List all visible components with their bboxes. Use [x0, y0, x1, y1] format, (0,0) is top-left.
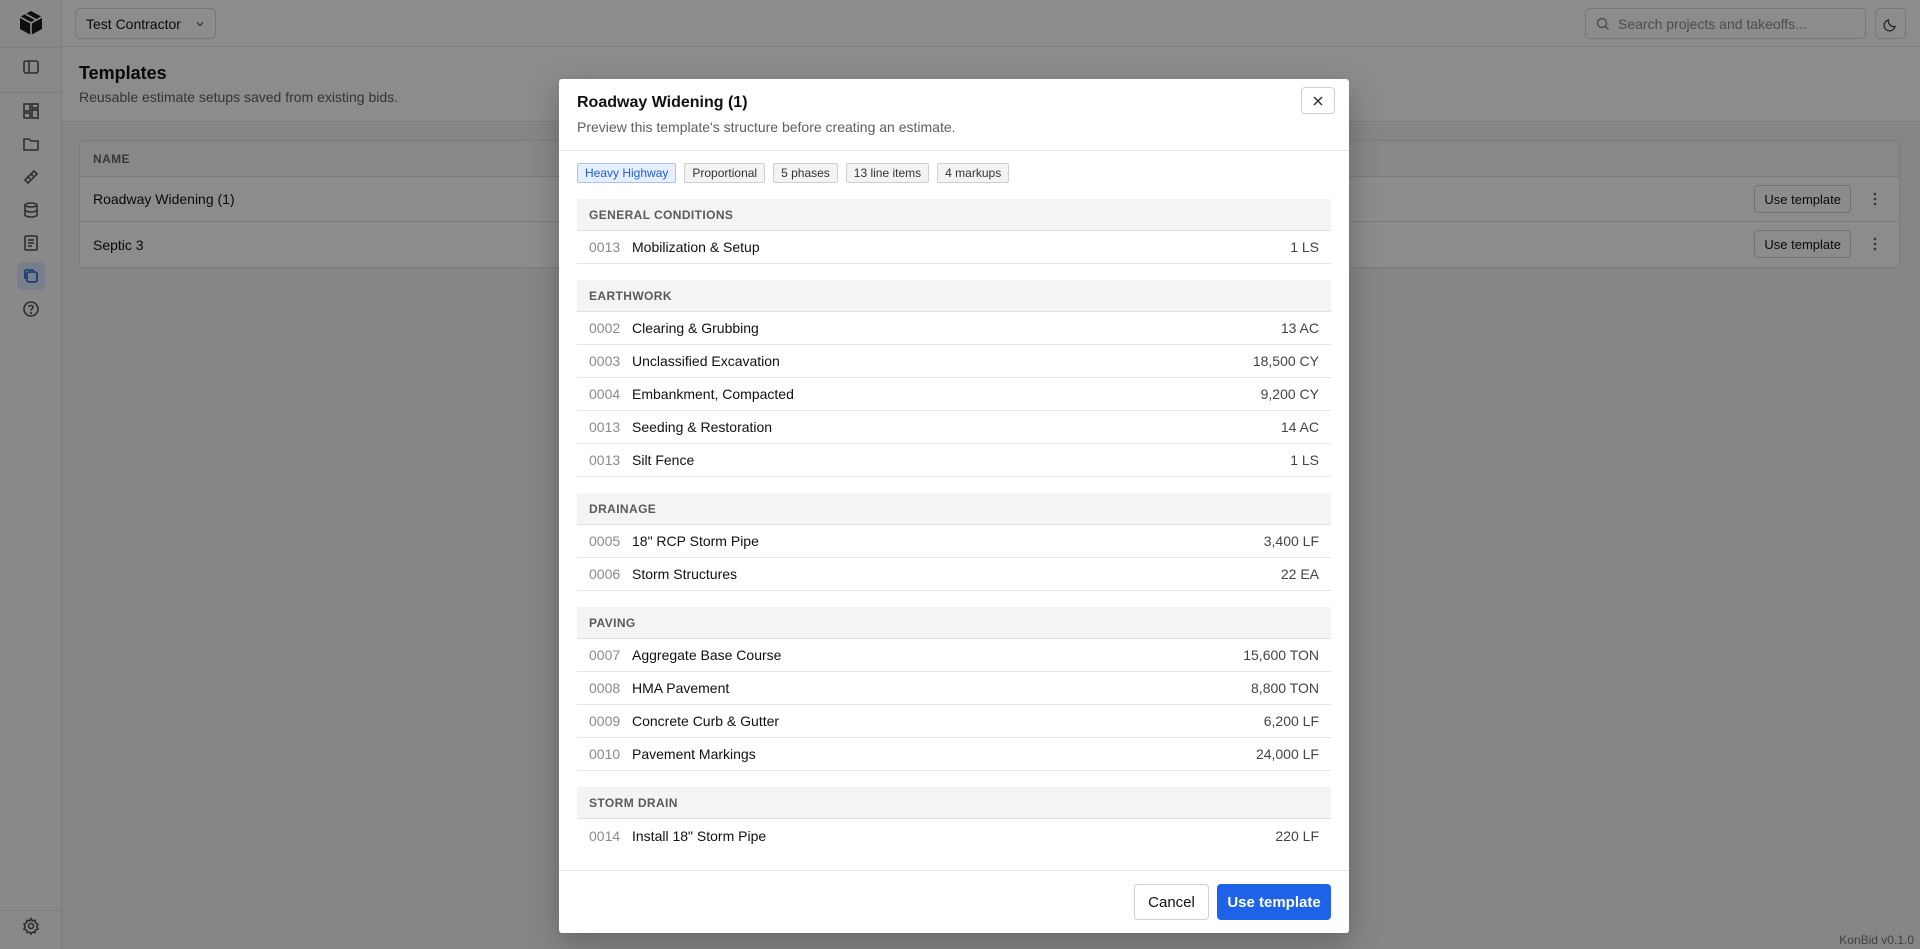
line-item-quantity: 3,400 LF: [1263, 533, 1319, 549]
template-structure: GENERAL CONDITIONS 0013 Mobilization & Set…: [577, 199, 1331, 852]
line-item-code: 0006: [589, 566, 621, 582]
line-item-description: Clearing & Grubbing: [632, 320, 759, 336]
tag-badge: 13 line items: [845, 163, 930, 183]
line-item-quantity: 220 LF: [1275, 827, 1319, 844]
line-item-code: 0010: [589, 746, 621, 762]
line-item-row: 0002 Clearing & Grubbing 13 AC: [577, 312, 1331, 345]
line-item-description: Install 18" Storm Pipe: [632, 827, 767, 844]
tag-badge: 4 markups: [937, 163, 1010, 183]
line-item-code: 0013: [589, 452, 621, 468]
line-item-quantity: 24,000 LF: [1255, 746, 1319, 762]
template-tags: Heavy Highway Proportional 5 phases 13 line…: [577, 163, 1010, 183]
line-item-description: Silt Fence: [632, 452, 695, 468]
line-item-description: Unclassified Excavation: [632, 353, 780, 369]
phase-header: GENERAL CONDITIONS: [577, 199, 1331, 231]
line-item-row: 0007 Aggregate Base Course 15,600 TON: [577, 639, 1331, 672]
line-item-row: 0006 Storm Structures 22 EA: [577, 558, 1331, 591]
phase-spacer: [577, 771, 1331, 787]
dialog-footer: Cancel Use template: [559, 870, 1349, 933]
line-item-description: Concrete Curb & Gutter: [632, 713, 780, 729]
tag-badge: Proportional: [684, 163, 766, 183]
line-item-description: Pavement Markings: [632, 746, 756, 762]
line-item-code: 0004: [589, 386, 621, 402]
line-item-row: 0004 Embankment, Compacted 9,200 CY: [577, 378, 1331, 411]
line-item-code: 0013: [589, 419, 621, 435]
line-item-row: 0013 Silt Fence 1 LS: [577, 444, 1331, 477]
line-item-quantity: 15,600 TON: [1243, 647, 1319, 663]
dialog-description: Preview this template's structure before…: [577, 119, 956, 135]
line-item-quantity: 9,200 CY: [1260, 386, 1319, 402]
line-item-description: Storm Structures: [632, 566, 738, 582]
line-item-row: 0008 HMA Pavement 8,800 TON: [577, 672, 1331, 705]
line-item-row: 0010 Pavement Markings 24,000 LF: [577, 738, 1331, 771]
tag-badge: 5 phases: [773, 163, 838, 183]
line-item-quantity: 13 AC: [1280, 320, 1319, 336]
line-item-quantity: 18,500 CY: [1252, 353, 1319, 369]
dialog-title: Roadway Widening (1): [577, 94, 748, 111]
line-item-row: 0005 18" RCP Storm Pipe 3,400 LF: [577, 525, 1331, 558]
line-item-description: Mobilization & Setup: [632, 239, 760, 255]
line-item-description: 18" RCP Storm Pipe: [632, 533, 759, 549]
line-item-code: 0013: [589, 239, 621, 255]
line-item-code: 0005: [589, 533, 621, 549]
phase-header: STORM DRAIN: [577, 787, 1331, 819]
line-item-row: 0013 Seeding & Restoration 14 AC: [577, 411, 1331, 444]
phase-header: DRAINAGE: [577, 493, 1331, 525]
line-item-code: 0007: [589, 647, 621, 663]
line-item-description: Seeding & Restoration: [632, 419, 773, 435]
line-item-row: 0013 Mobilization & Setup 1 LS: [577, 231, 1331, 264]
template-preview-dialog: Roadway Widening (1) Preview this templa…: [559, 79, 1349, 933]
phase-spacer: [577, 264, 1331, 280]
phase-spacer: [577, 591, 1331, 607]
line-item-description: Embankment, Compacted: [632, 386, 794, 402]
line-item-code: 0002: [589, 320, 621, 336]
line-item-row: 0014 Install 18" Storm Pipe 220 LF: [577, 819, 1331, 852]
line-item-quantity: 8,800 TON: [1251, 680, 1319, 696]
line-item-code: 0014: [589, 827, 621, 844]
line-item-quantity: 6,200 LF: [1263, 713, 1319, 729]
phase-header: EARTHWORK: [577, 280, 1331, 312]
phase-header: PAVING: [577, 607, 1331, 639]
dialog-header: Roadway Widening (1) Preview this templa…: [559, 79, 1349, 151]
line-item-code: 0003: [589, 353, 621, 369]
close-icon[interactable]: [1301, 87, 1335, 114]
cancel-button[interactable]: Cancel: [1134, 884, 1209, 920]
line-item-quantity: 1 LS: [1290, 239, 1319, 255]
line-item-description: HMA Pavement: [632, 680, 730, 696]
line-item-description: Aggregate Base Course: [632, 647, 782, 663]
phase-spacer: [577, 477, 1331, 493]
line-item-quantity: 14 AC: [1280, 419, 1319, 435]
line-item-code: 0008: [589, 680, 621, 696]
line-item-quantity: 22 EA: [1280, 566, 1319, 582]
use-template-confirm-button[interactable]: Use template: [1217, 884, 1331, 920]
tag-badge: Heavy Highway: [577, 163, 677, 183]
line-item-row: 0003 Unclassified Excavation 18,500 CY: [577, 345, 1331, 378]
line-item-code: 0009: [589, 713, 621, 729]
line-item-row: 0009 Concrete Curb & Gutter 6,200 LF: [577, 705, 1331, 738]
line-item-quantity: 1 LS: [1290, 452, 1319, 468]
